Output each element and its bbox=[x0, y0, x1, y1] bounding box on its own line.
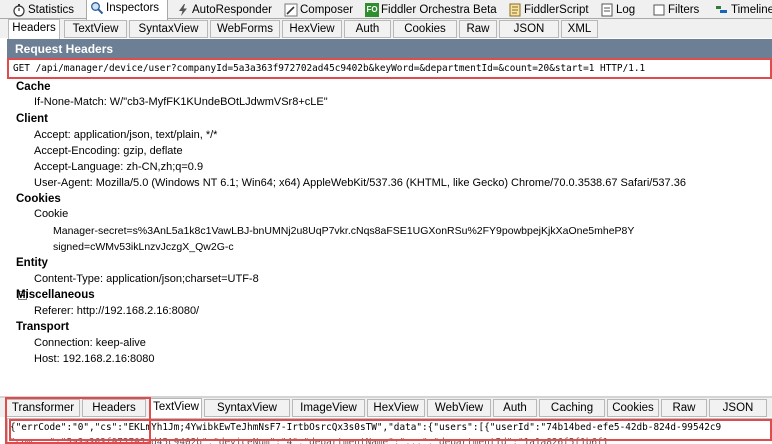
tab-composer[interactable]: Composer bbox=[280, 1, 356, 19]
fo-icon: FO bbox=[365, 3, 379, 17]
header-connection[interactable]: Connection: keep-alive bbox=[34, 337, 146, 349]
stopwatch-icon bbox=[12, 3, 26, 17]
resp-tab-raw[interactable]: Raw bbox=[661, 399, 707, 417]
response-line-2: "com...":"5a3a363f972702ad45c9402b","dev… bbox=[10, 437, 609, 444]
tab-composer-label: Composer bbox=[300, 4, 354, 16]
tab-fiddlerscript[interactable]: FiddlerScript bbox=[504, 1, 591, 19]
tab-fiddlerscript-label: FiddlerScript bbox=[524, 4, 589, 16]
group-cache[interactable]: Cache bbox=[16, 81, 51, 93]
resp-tab-headers[interactable]: Headers bbox=[82, 399, 146, 417]
tab-inspectors-label: Inspectors bbox=[106, 2, 160, 14]
header-if-none-match[interactable]: If-None-Match: W/"cb3-MyfFK1KUndeBOtLJdw… bbox=[34, 96, 328, 108]
header-content-type[interactable]: Content-Type: application/json;charset=U… bbox=[34, 273, 259, 285]
magnifier-icon bbox=[90, 1, 104, 15]
tab-filters[interactable]: Filters bbox=[648, 1, 706, 19]
tab-timeline-label: Timeline bbox=[731, 4, 772, 16]
tab-autoresponder[interactable]: AutoResponder bbox=[172, 1, 276, 19]
tab-statistics-label: Statistics bbox=[28, 4, 75, 16]
cookie-manager-secret[interactable]: Manager-secret=s%3AnL5a1k8c1VawLBJ-bnUMN… bbox=[53, 225, 634, 237]
resp-tab-webview[interactable]: WebView bbox=[427, 399, 491, 417]
resp-tab-syntaxview[interactable]: SyntaxView bbox=[204, 399, 290, 417]
group-entity[interactable]: Entity bbox=[16, 257, 48, 269]
pencil-icon bbox=[284, 3, 298, 17]
group-miscellaneous[interactable]: Miscellaneous bbox=[16, 289, 95, 301]
tab-statistics[interactable]: Statistics bbox=[8, 1, 82, 19]
response-textview[interactable]: {"errCode":"0","cs":"EKLmYh1Jm;4YwibkEwT… bbox=[7, 418, 772, 444]
tab-fiddler-orchestra-label: Fiddler Orchestra Beta bbox=[381, 4, 497, 16]
main-tab-strip: Statistics Inspectors AutoResponder Comp… bbox=[0, 0, 772, 20]
script-icon bbox=[508, 3, 522, 17]
request-headers-banner: Request Headers bbox=[7, 39, 772, 59]
request-headers-tree: Cache If-None-Match: W/"cb3-MyfFK1KUndeB… bbox=[7, 79, 772, 396]
cookie-signed[interactable]: signed=cWMv53ikLnzvJczgX_Qw2G-c bbox=[53, 241, 234, 253]
tab-filters-label: Filters bbox=[668, 4, 700, 16]
resp-tab-caching[interactable]: Caching bbox=[539, 399, 605, 417]
req-tab-headers[interactable]: Headers bbox=[8, 19, 60, 39]
req-tab-xml[interactable]: XML bbox=[561, 20, 598, 38]
header-host[interactable]: Host: 192.168.2.16:8080 bbox=[34, 353, 154, 365]
timeline-icon bbox=[715, 3, 729, 17]
resp-tab-hexview[interactable]: HexView bbox=[367, 399, 425, 417]
tab-autoresponder-label: AutoResponder bbox=[192, 4, 272, 16]
req-tab-cookies[interactable]: Cookies bbox=[393, 20, 457, 38]
response-line-1: {"errCode":"0","cs":"EKLmYh1Jm;4YwibkEwT… bbox=[10, 422, 722, 433]
req-tab-auth[interactable]: Auth bbox=[344, 20, 391, 38]
resp-tab-auth[interactable]: Auth bbox=[493, 399, 537, 417]
checkbox-icon bbox=[652, 3, 666, 17]
tab-inspectors[interactable]: Inspectors bbox=[86, 0, 168, 20]
group-cookies[interactable]: Cookies bbox=[16, 193, 61, 205]
resp-tab-json[interactable]: JSON bbox=[709, 399, 767, 417]
group-client[interactable]: Client bbox=[16, 113, 48, 125]
tab-log[interactable]: Log bbox=[596, 1, 642, 19]
tab-log-label: Log bbox=[616, 4, 636, 16]
req-tab-syntaxview[interactable]: SyntaxView bbox=[129, 20, 208, 38]
log-icon bbox=[600, 3, 614, 17]
resp-tab-textview[interactable]: TextView bbox=[150, 398, 202, 418]
header-accept[interactable]: Accept: application/json, text/plain, */… bbox=[34, 129, 217, 141]
request-line[interactable]: GET /api/manager/device/user?companyId=5… bbox=[7, 58, 772, 79]
header-accept-language[interactable]: Accept-Language: zh-CN,zh;q=0.9 bbox=[34, 161, 203, 173]
req-tab-textview[interactable]: TextView bbox=[64, 20, 127, 38]
req-tab-webforms[interactable]: WebForms bbox=[210, 20, 280, 38]
header-accept-encoding[interactable]: Accept-Encoding: gzip, deflate bbox=[34, 145, 183, 157]
req-tab-hexview[interactable]: HexView bbox=[282, 20, 342, 38]
resp-tab-transformer[interactable]: Transformer bbox=[6, 399, 80, 417]
tab-timeline[interactable]: Timeline bbox=[711, 1, 772, 19]
header-user-agent[interactable]: User-Agent: Mozilla/5.0 (Windows NT 6.1;… bbox=[34, 177, 686, 189]
header-cookie[interactable]: Cookie bbox=[34, 208, 68, 220]
resp-tab-cookies[interactable]: Cookies bbox=[607, 399, 659, 417]
header-referer[interactable]: Referer: http://192.168.2.16:8080/ bbox=[34, 305, 199, 317]
req-tab-json[interactable]: JSON bbox=[499, 20, 559, 38]
resp-tab-imageview[interactable]: ImageView bbox=[292, 399, 365, 417]
req-tab-raw[interactable]: Raw bbox=[459, 20, 497, 38]
group-transport[interactable]: Transport bbox=[16, 321, 69, 333]
tab-fiddler-orchestra[interactable]: FO Fiddler Orchestra Beta bbox=[361, 1, 499, 19]
response-inspector-tabs: Transformer Headers TextView SyntaxView … bbox=[0, 398, 772, 418]
request-inspector-tabs: Headers TextView SyntaxView WebForms Hex… bbox=[0, 19, 772, 39]
lightning-icon bbox=[176, 3, 190, 17]
